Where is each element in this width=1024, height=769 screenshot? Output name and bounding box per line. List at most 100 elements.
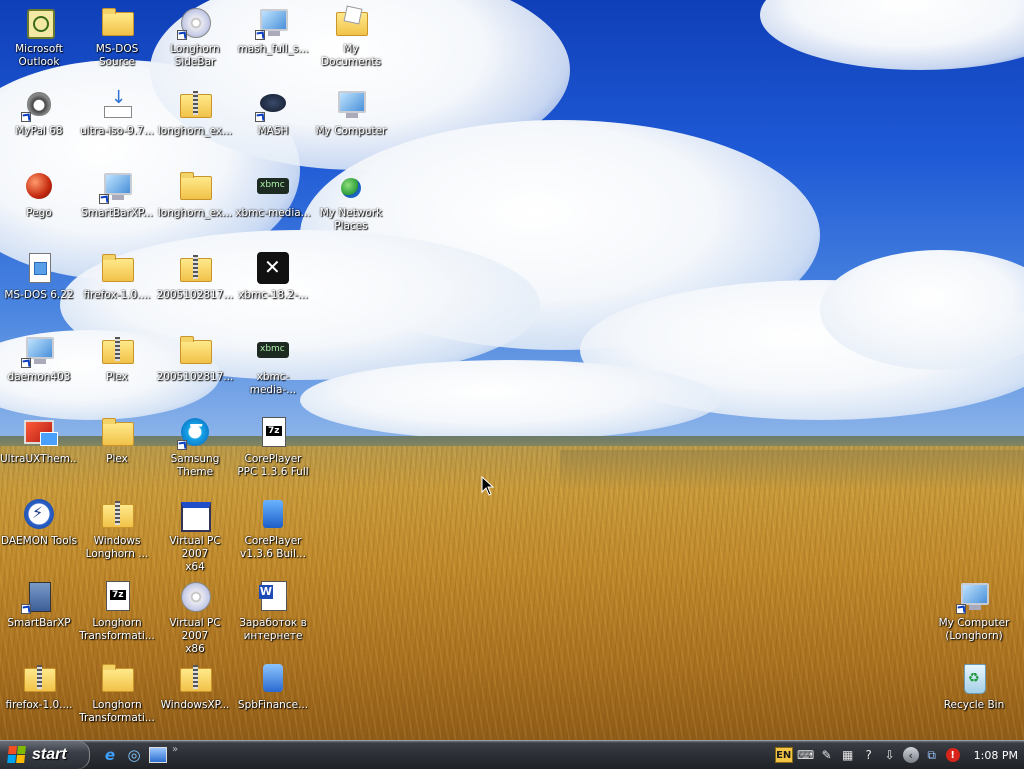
my-computer-icon bbox=[335, 88, 367, 120]
red-sphere-icon bbox=[23, 170, 55, 202]
my-computer-icon bbox=[956, 580, 990, 614]
desktop-icon-firefox-zip[interactable]: firefox-1.0.... bbox=[0, 660, 78, 740]
desktop-icon-longhorn-ex-zip[interactable]: longhorn_ex... bbox=[156, 86, 234, 166]
desktop-icon-my-network-places[interactable]: My Network Places bbox=[312, 168, 390, 248]
desktop-icon-windows-longhorn[interactable]: Windows Longhorn ... bbox=[78, 496, 156, 576]
desktop-icon-xbmc-18[interactable]: xbmc-18.2-... bbox=[234, 250, 312, 330]
network-connections-icon[interactable]: ⧉ bbox=[924, 747, 940, 763]
internet-explorer-alt-icon[interactable]: ◎ bbox=[124, 745, 144, 765]
usb-icon[interactable]: ⇩ bbox=[882, 747, 898, 763]
zip-folder-icon bbox=[101, 334, 134, 366]
monitor-icon bbox=[255, 6, 289, 40]
daemon-tools-icon bbox=[23, 498, 55, 530]
cd-icon bbox=[179, 580, 211, 612]
icon-label: My Computer bbox=[315, 125, 387, 137]
icon-label: Longhorn Transformati... bbox=[79, 617, 155, 642]
icon-label: xbmc-18.2-... bbox=[238, 289, 308, 301]
coreplayer-icon bbox=[257, 498, 289, 530]
desktop-icon-plex-zip[interactable]: Plex bbox=[78, 332, 156, 412]
desktop-icon-ms-dos-622[interactable]: MS-DOS 6.22 bbox=[0, 250, 78, 330]
outlook-icon bbox=[23, 6, 55, 39]
folder-icon bbox=[101, 416, 134, 448]
windows-flag-icon bbox=[7, 746, 27, 764]
icon-label: Recycle Bin bbox=[943, 699, 1005, 711]
desktop-icon-daemon-tools[interactable]: DAEMON Tools bbox=[0, 496, 78, 576]
desktop-icon-smartbarxp[interactable]: SmartBarXP bbox=[0, 578, 78, 658]
keyboard-icon[interactable]: ⌨ bbox=[797, 747, 814, 763]
icon-label: xbmc-media-... bbox=[249, 371, 297, 396]
desktop-icon-ultra-iso[interactable]: ultra-iso-9.7... bbox=[78, 86, 156, 166]
raccoon-icon bbox=[21, 88, 55, 122]
desktop: Microsoft Outlook MyPal 68 Pego MS-DOS 6… bbox=[0, 0, 1024, 740]
desktop-icon-coreplayer-ppc[interactable]: CorePlayer PPC 1.3.6 Full bbox=[234, 414, 312, 494]
icon-label: WindowsXP... bbox=[160, 699, 230, 711]
icon-label: Microsoft Outlook bbox=[15, 43, 63, 68]
icon-label: MyPal 68 bbox=[15, 125, 63, 137]
clock[interactable]: 1:08 PM bbox=[974, 749, 1018, 762]
internet-explorer-icon[interactable]: e bbox=[100, 745, 120, 765]
network-icon[interactable]: ▦ bbox=[840, 747, 856, 763]
recycle-bin-icon bbox=[958, 662, 990, 694]
icon-label: SmartBarXP... bbox=[81, 207, 153, 219]
help-icon[interactable]: ? bbox=[861, 747, 877, 763]
folder-icon bbox=[179, 170, 212, 202]
desktop-icon-mash[interactable]: MASH bbox=[234, 86, 312, 166]
icon-label: 2005102817... bbox=[156, 289, 234, 301]
desktop-icon-virtual-pc-x64[interactable]: Virtual PC 2007 x64 bbox=[156, 496, 234, 576]
folder-icon bbox=[101, 662, 134, 694]
desktop-icon-samsung-theme[interactable]: Samsung Theme bbox=[156, 414, 234, 494]
icon-label: longhorn_ex... bbox=[157, 125, 233, 137]
desktop-icon-my-documents[interactable]: My Documents bbox=[312, 4, 390, 84]
desktop-icon-coreplayer-build[interactable]: CorePlayer v1.3.6 Buil... bbox=[234, 496, 312, 576]
icon-label: Plex bbox=[106, 371, 128, 383]
start-button[interactable]: start bbox=[0, 741, 90, 769]
desktop-icon-word-document[interactable]: Заработок в интернете bbox=[234, 578, 312, 658]
desktop-icon-xbmc-media-2[interactable]: xbmc-media-... bbox=[234, 332, 312, 412]
desktop-icon-spbfinance[interactable]: SpbFinance... bbox=[234, 660, 312, 740]
desktop-icon-ultrauxtheme[interactable]: UltraUXThem... bbox=[0, 414, 78, 494]
desktop-icon-my-computer-longhorn[interactable]: My Computer (Longhorn) bbox=[935, 578, 1013, 658]
desktop-icon-my-computer[interactable]: My Computer bbox=[312, 86, 390, 166]
desktop-icon-windowsxp-zip[interactable]: WindowsXP... bbox=[156, 660, 234, 740]
icon-label: Longhorn Transformati... bbox=[79, 699, 155, 724]
pen-icon[interactable]: ✎ bbox=[819, 747, 835, 763]
expand-tray-icon[interactable]: ‹ bbox=[902, 747, 919, 763]
desktop-icon-2005102817-zip[interactable]: 2005102817... bbox=[156, 250, 234, 330]
security-alert-icon[interactable]: ! bbox=[945, 747, 961, 763]
desktop-icon-microsoft-outlook[interactable]: Microsoft Outlook bbox=[0, 4, 78, 84]
desktop-icon-mash-full[interactable]: mash_full_s... bbox=[234, 4, 312, 84]
desktop-icon-firefox-folder[interactable]: firefox-1.0.... bbox=[78, 250, 156, 330]
desktop-icon-longhorn-transformation-7z[interactable]: Longhorn Transformati... bbox=[78, 578, 156, 658]
desktop-icon-plex-folder[interactable]: Plex bbox=[78, 414, 156, 494]
document-icon bbox=[23, 252, 55, 284]
desktop-icon-longhorn-sidebar[interactable]: Longhorn SideBar bbox=[156, 4, 234, 84]
icon-label: Windows Longhorn ... bbox=[85, 535, 149, 560]
desktop-icon-ms-dos-source[interactable]: MS-DOS Source bbox=[78, 4, 156, 84]
show-desktop-icon[interactable] bbox=[148, 745, 168, 765]
desktop-icon-mypal[interactable]: MyPal 68 bbox=[0, 86, 78, 166]
desktop-icon-virtual-pc-x86[interactable]: Virtual PC 2007 x86 bbox=[156, 578, 234, 658]
icon-label: SmartBarXP bbox=[7, 617, 71, 629]
folder-icon bbox=[101, 6, 134, 38]
desktop-icon-recycle-bin[interactable]: Recycle Bin bbox=[935, 660, 1013, 740]
mash-icon bbox=[255, 88, 289, 122]
smartbar-icon bbox=[21, 580, 55, 614]
xbmc-icon bbox=[257, 334, 289, 366]
quick-launch-more-button[interactable]: » bbox=[172, 744, 178, 755]
desktop-icon-2005102817-folder[interactable]: 2005102817... bbox=[156, 332, 234, 412]
icon-label: Longhorn SideBar bbox=[170, 43, 220, 68]
desktop-icon-xbmc-media-1[interactable]: xbmc-media... bbox=[234, 168, 312, 248]
language-indicator[interactable]: EN bbox=[774, 747, 793, 763]
icon-label: firefox-1.0.... bbox=[5, 699, 73, 711]
xbmc-icon bbox=[257, 170, 289, 202]
zip-folder-icon bbox=[101, 498, 134, 530]
desktop-icon-pego[interactable]: Pego bbox=[0, 168, 78, 248]
icon-label: Virtual PC 2007 x86 bbox=[169, 617, 221, 655]
desktop-icon-longhorn-transformation-folder[interactable]: Longhorn Transformati... bbox=[78, 660, 156, 740]
desktop-icon-daemon403[interactable]: daemon403 bbox=[0, 332, 78, 412]
zip-folder-icon bbox=[179, 252, 212, 284]
cd-icon bbox=[177, 6, 211, 40]
desktop-icon-smartbarxp-installer[interactable]: SmartBarXP... bbox=[78, 168, 156, 248]
desktop-icon-longhorn-ex-folder[interactable]: longhorn_ex... bbox=[156, 168, 234, 248]
start-label: start bbox=[32, 746, 67, 763]
